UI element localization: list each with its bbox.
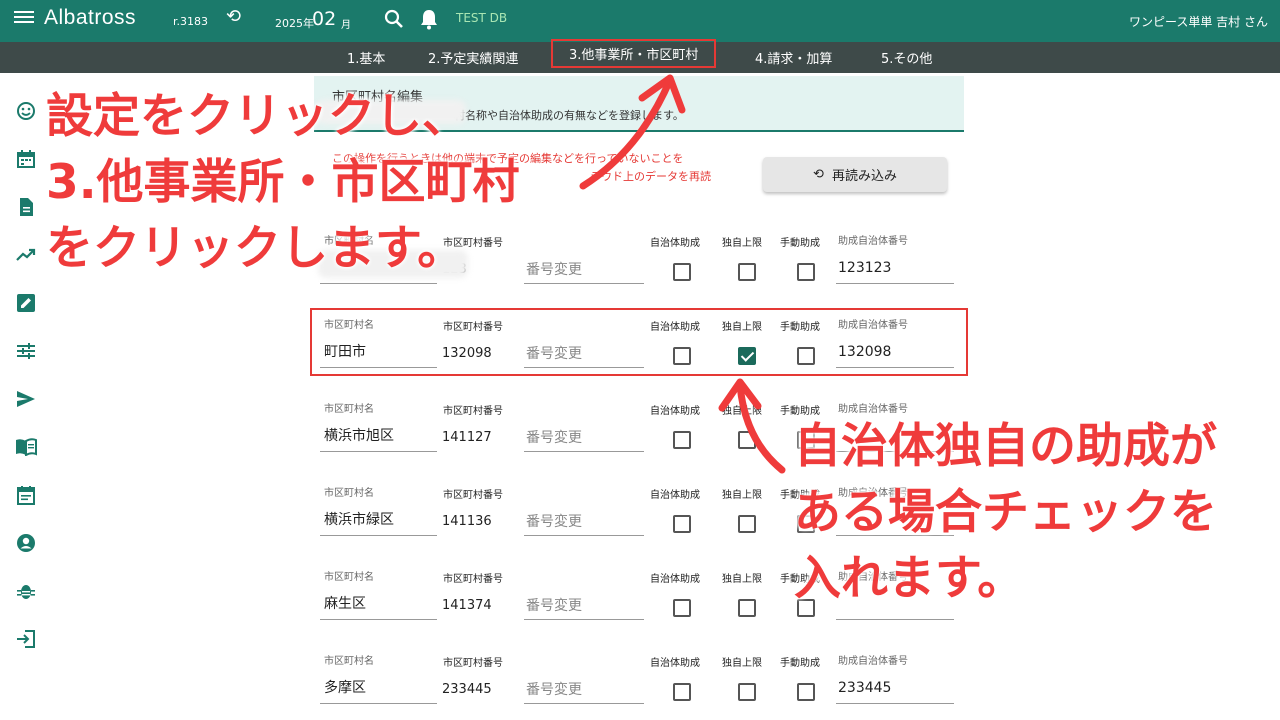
arrow-to-tab — [579, 76, 674, 190]
annotation-arrows — [579, 74, 786, 474]
arrow-to-checkbox — [736, 381, 786, 474]
